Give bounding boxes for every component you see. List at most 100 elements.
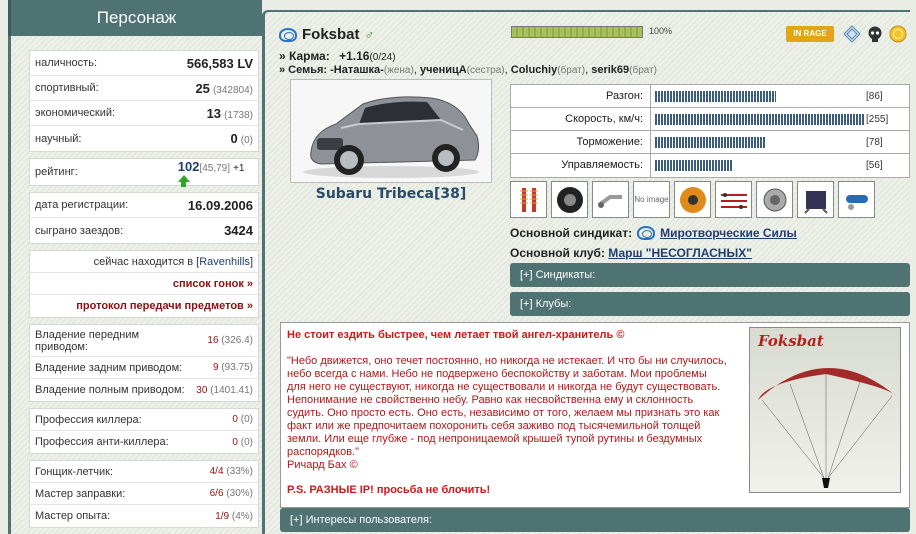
skill-value: 0 [232, 436, 238, 448]
male-icon: ♂ [364, 27, 375, 42]
tire-icon[interactable] [551, 181, 588, 218]
stat-row: Разгон: [86] [511, 85, 909, 108]
car-stats-table: Разгон: [86] Скорость, км/ч: [255] Тормо… [510, 84, 910, 178]
skill-sub: (4%) [231, 510, 253, 522]
transfer-log-link[interactable]: протокол передачи предметов » [30, 295, 258, 317]
science-row: научный: 0 (0) [30, 126, 258, 151]
quote-body: "Небо движется, оно течет постоянно, но … [287, 355, 727, 472]
stat-value: [86] [866, 90, 883, 102]
experience-progress-value: 100% [649, 26, 673, 36]
syndicate-link[interactable]: Миротворческие Силы [660, 226, 797, 240]
stat-bar [655, 90, 776, 102]
nick-text: Foksbat [302, 26, 360, 43]
shocks-icon[interactable] [510, 181, 547, 218]
econ-sub: (1738) [224, 109, 253, 121]
club-label: Основной клуб: [510, 246, 605, 260]
skill-row: Владение передним приводом: 16 (326.4) [30, 325, 258, 357]
exhaust-icon[interactable] [592, 181, 629, 218]
karma-line: » Карма: +1.16(0/24) [279, 49, 396, 63]
wiring-icon[interactable] [715, 181, 752, 218]
quote-author: Ричард Бах © [287, 459, 358, 471]
money-value: 566,583 LV [186, 55, 253, 71]
diamond-icon[interactable] [842, 24, 862, 44]
econ-row: экономический: 13 (1738) [30, 101, 258, 126]
location-suffix: ] [249, 255, 253, 268]
interests-section-toggle[interactable]: [+] Интересы пользователя: [280, 508, 910, 532]
drive-skills-group: Владение передним приводом: 16 (326.4) В… [29, 324, 259, 402]
stat-label: Управляемость: [511, 154, 651, 177]
character-panel-body: наличность: 566,583 LV спортивный: 25 (3… [8, 36, 262, 534]
stat-row: Управляемость: [56] [511, 154, 909, 177]
syndicate-icon[interactable] [279, 27, 297, 42]
family-relation: (жена) [383, 65, 414, 76]
paraglider-picture: Foksbat [749, 327, 901, 493]
karma-label: » Карма: [279, 49, 330, 63]
ecu-icon[interactable] [797, 181, 834, 218]
sport-label: спортивный: [35, 82, 99, 94]
skill-label: Владение задним приводом: [35, 361, 183, 374]
money-label: наличность: [35, 57, 98, 69]
skull-icon[interactable] [865, 24, 885, 44]
skill-label: Мастер опыта: [35, 510, 111, 522]
quote-ps: P.S. РАЗНЫЕ IP! просьба не блочить! [287, 484, 491, 496]
stat-row: Скорость, км/ч: [255] [511, 108, 909, 131]
skill-sub: (0) [240, 436, 253, 448]
experience-progress-bar [511, 26, 643, 38]
stat-label: Торможение: [511, 131, 651, 153]
car-image [290, 79, 492, 183]
rage-badge[interactable]: IN RAGE [786, 26, 834, 42]
reg-label: дата регистрации: [35, 199, 129, 211]
syndicates-section-toggle[interactable]: [+] Синдикаты: [510, 263, 910, 287]
econ-label: экономический: [35, 107, 116, 119]
skill-value: 30 [196, 384, 208, 396]
no-image-icon[interactable]: No image [633, 181, 670, 218]
location-link[interactable]: Ravenhills [199, 256, 250, 268]
profile-panel: Foksbat ♂ » Карма: +1.16(0/24) » Семья: … [262, 10, 910, 534]
car-name[interactable]: Subaru Tribeca[38] [290, 186, 492, 202]
family-line: » Семья: -Наташка-(жена), ученицА(сестра… [279, 64, 658, 76]
stat-value: [78] [866, 136, 883, 148]
character-panel: Персонаж наличность: 566,583 LV спортивн… [8, 0, 262, 534]
skill-row: Гонщик-летчик: 4/4 (33%) [30, 461, 258, 483]
club-link[interactable]: Марш "НЕСОГЛАСНЫХ" [608, 246, 752, 260]
skill-value: 6/6 [209, 488, 224, 499]
location-prefix: сейчас находится в [ [93, 255, 200, 268]
skill-row: Мастер заправки: 6/6 (30%) [30, 483, 258, 505]
skill-row: Мастер опыта: 1/9 (4%) [30, 505, 258, 527]
user-quote-box: Не стоит ездить быстрее, чем летает твой… [280, 322, 910, 508]
stat-label: Скорость, км/ч: [511, 108, 651, 130]
rating-up-icon [177, 174, 190, 188]
stat-value: [56] [866, 160, 883, 171]
sport-value: 25 [195, 80, 210, 96]
reg-group: дата регистрации: 16.09.2006 сыграно зае… [29, 192, 259, 244]
main-club: Основной клуб: Марш "НЕСОГЛАСНЫХ" [510, 246, 752, 260]
brake-disc-icon[interactable] [674, 181, 711, 218]
skill-sub: (93.75) [221, 362, 253, 373]
rating-delta: +1 [233, 162, 245, 174]
rating-sub: [45,79] [199, 162, 231, 174]
car-parts-list: No image [510, 181, 875, 218]
syndicate-label: Основной синдикат: [510, 226, 633, 240]
clubs-section-toggle[interactable]: [+] Клубы: [510, 292, 910, 316]
family-member[interactable]: serik69 [591, 64, 629, 76]
family-member[interactable]: -Наташка- [330, 64, 384, 76]
quote-heading: Не стоит ездить быстрее, чем летает твой… [287, 329, 625, 341]
sport-row: спортивный: 25 (342804) [30, 76, 258, 101]
family-member[interactable]: Coluchiy [511, 64, 557, 76]
stat-bar [655, 160, 734, 171]
skill-sub: (326.4) [221, 335, 253, 346]
skill-row: Профессия анти-киллера: 0 (0) [30, 431, 258, 453]
skill-label: Гонщик-летчик: [35, 465, 114, 478]
nitro-icon[interactable] [838, 181, 875, 218]
turbo-icon[interactable] [756, 181, 793, 218]
race-list-link[interactable]: список гонок » [30, 273, 258, 295]
skill-sub: (1401.41) [210, 384, 253, 396]
skill-label: Профессия анти-киллера: [35, 436, 169, 448]
coin-icon[interactable] [888, 24, 908, 44]
science-label: научный: [35, 132, 82, 145]
skill-value: 0 [232, 414, 238, 425]
races-value: 3424 [224, 223, 253, 238]
family-label: » Семья: [279, 64, 328, 76]
skill-label: Владение полным приводом: [35, 384, 185, 396]
family-member[interactable]: ученицА [420, 64, 467, 76]
